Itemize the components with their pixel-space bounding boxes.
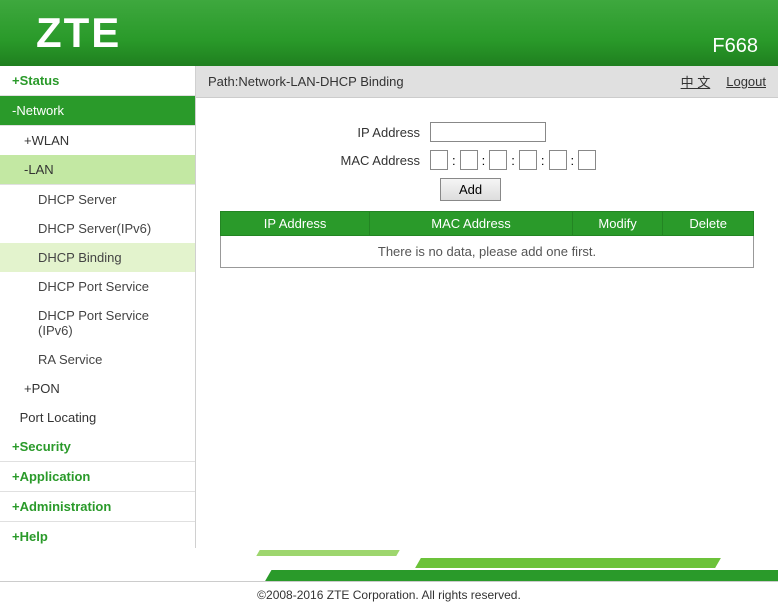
nav-wlan-label: WLAN	[32, 133, 70, 148]
nav-administration[interactable]: +Administration	[0, 492, 195, 522]
nav-port-locating[interactable]: +Port Locating	[0, 403, 195, 432]
nav-wlan[interactable]: +WLAN	[0, 126, 195, 155]
nav-lan[interactable]: -LAN	[0, 155, 195, 185]
logout-link[interactable]: Logout	[726, 74, 766, 89]
ip-address-label: IP Address	[220, 125, 430, 140]
nav-dhcp-binding[interactable]: DHCP Binding	[0, 243, 195, 272]
mac-input-3[interactable]	[489, 150, 507, 170]
logo: ZTE	[36, 9, 121, 57]
nav-dhcp-port-service[interactable]: DHCP Port Service	[0, 272, 195, 301]
nav-help-label: Help	[20, 529, 48, 544]
language-link[interactable]: 中 文	[681, 72, 711, 91]
mac-sep: :	[482, 153, 486, 168]
mac-input-4[interactable]	[519, 150, 537, 170]
footer-decoration	[0, 548, 778, 582]
th-modify: Modify	[572, 212, 663, 236]
mac-address-label: MAC Address	[220, 153, 430, 168]
nav-port-locating-label: Port Locating	[20, 410, 97, 425]
th-ip: IP Address	[221, 212, 370, 236]
nav-security-label: Security	[20, 439, 71, 454]
content-area: IP Address MAC Address ::::: Add IP Addr…	[196, 98, 778, 548]
sidebar: +Status -Network +WLAN -LAN DHCP Server …	[0, 66, 196, 548]
mac-input-6[interactable]	[578, 150, 596, 170]
nav-administration-label: Administration	[20, 499, 112, 514]
mac-input-5[interactable]	[549, 150, 567, 170]
nav-pon[interactable]: +PON	[0, 374, 195, 403]
header-bar: ZTE F668	[0, 0, 778, 66]
footer: ©2008-2016 ZTE Corporation. All rights r…	[0, 548, 778, 610]
nav-network[interactable]: -Network	[0, 96, 195, 126]
breadcrumb: Path:Network-LAN-DHCP Binding	[208, 74, 665, 89]
nav-dhcp-port-service-ipv6[interactable]: DHCP Port Service (IPv6)	[0, 301, 195, 345]
nav-dhcp-server[interactable]: DHCP Server	[0, 185, 195, 214]
nav-lan-label: LAN	[28, 162, 53, 177]
model-label: F668	[712, 35, 758, 66]
path-bar: Path:Network-LAN-DHCP Binding 中 文 Logout	[196, 66, 778, 98]
nav-ra-service[interactable]: RA Service	[0, 345, 195, 374]
nav-application[interactable]: +Application	[0, 462, 195, 492]
mac-input-2[interactable]	[460, 150, 478, 170]
mac-address-group: :::::	[430, 150, 596, 170]
ip-address-input[interactable]	[430, 122, 546, 142]
nav-status-label: Status	[20, 73, 60, 88]
mac-input-1[interactable]	[430, 150, 448, 170]
th-mac: MAC Address	[370, 212, 573, 236]
mac-sep: :	[452, 153, 456, 168]
copyright: ©2008-2016 ZTE Corporation. All rights r…	[257, 588, 521, 602]
th-delete: Delete	[663, 212, 754, 236]
nav-help[interactable]: +Help	[0, 522, 195, 548]
nav-application-label: Application	[20, 469, 91, 484]
mac-sep: :	[511, 153, 515, 168]
nav-dhcp-server-ipv6[interactable]: DHCP Server(IPv6)	[0, 214, 195, 243]
nav-security[interactable]: +Security	[0, 432, 195, 462]
nav-pon-label: PON	[32, 381, 60, 396]
add-button[interactable]: Add	[440, 178, 501, 201]
table-empty-message: There is no data, please add one first.	[221, 236, 754, 268]
mac-sep: :	[541, 153, 545, 168]
mac-sep: :	[571, 153, 575, 168]
nav-status[interactable]: +Status	[0, 66, 195, 96]
nav-network-label: Network	[16, 103, 64, 118]
binding-table: IP Address MAC Address Modify Delete The…	[220, 211, 754, 268]
